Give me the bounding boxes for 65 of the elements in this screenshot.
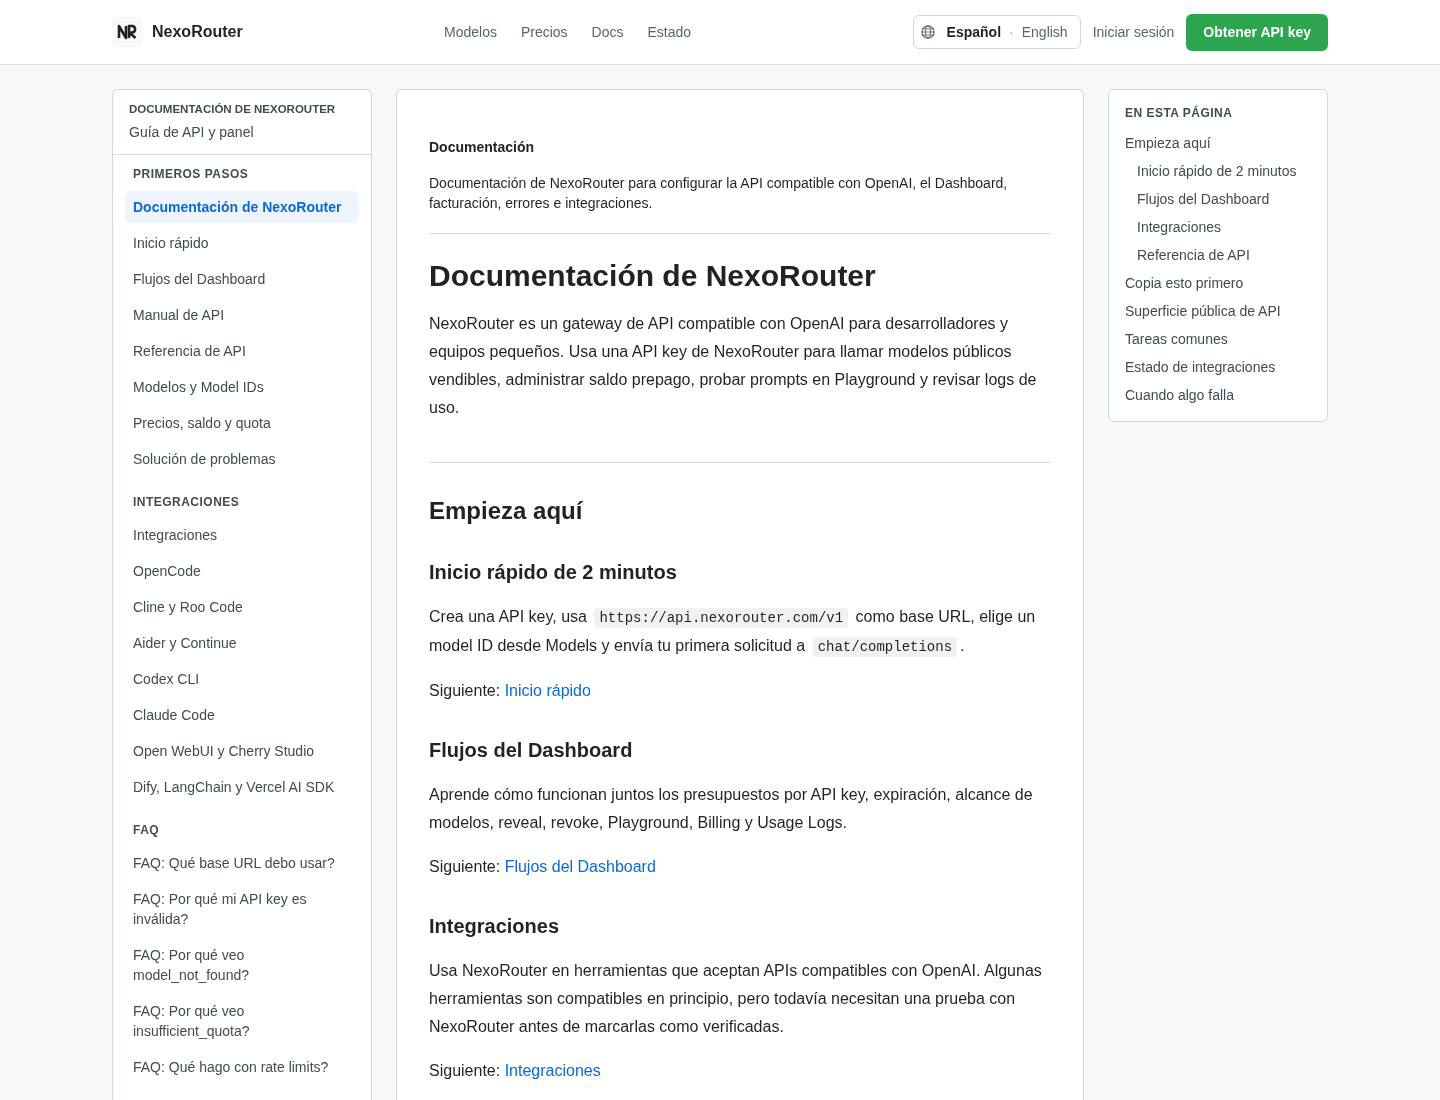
sidebar-subtitle: Guía de API y panel — [129, 123, 255, 142]
sidebar-item[interactable]: Modelos y Model IDs — [125, 371, 359, 403]
globe-icon — [920, 25, 935, 39]
sidebar-item[interactable]: OpenCode — [125, 555, 359, 587]
language-option[interactable]: English — [1021, 24, 1068, 40]
toc-link[interactable]: Tareas comunes — [1125, 329, 1228, 349]
sidebar-item[interactable]: Manual de API — [125, 299, 359, 331]
sidebar-item[interactable]: Inicio rápido — [125, 227, 359, 259]
sidebar-item[interactable]: FAQ: Por qué mi API key es inválida? — [125, 883, 359, 935]
page-description: Documentación de NexoRouter para configurar la API compatible con OpenAI, el Dashboard, facturación, errores e integraciones. — [429, 174, 1009, 213]
toc-link[interactable]: Superficie pública de API — [1125, 301, 1281, 321]
sidebar-item[interactable]: Cline y Roo Code — [125, 591, 359, 623]
sidebar-item[interactable]: Dify, LangChain y Vercel AI SDK — [125, 771, 359, 803]
page-title: Documentación de NexoRouter — [429, 258, 877, 294]
sidebar-item[interactable]: FAQ: Por qué veo model_not_found? — [125, 939, 359, 991]
language-option[interactable]: Español — [946, 24, 1002, 40]
sidebar-item[interactable]: Flujos del Dashboard — [125, 263, 359, 295]
sidebar-item[interactable]: FAQ: Por qué veo insufficient_quota? — [125, 995, 359, 1047]
sidebar-item[interactable]: Aider y Continue — [125, 627, 359, 659]
sidebar-item[interactable]: FAQ: Qué hago con rate limits? — [125, 1051, 359, 1083]
section-heading: FAQ — [132, 822, 161, 838]
subsection-title: Inicio rápido de 2 minutos — [429, 560, 678, 585]
sidebar-item[interactable]: Solución de problemas — [125, 443, 359, 475]
next-label: Siguiente: — [429, 1062, 501, 1079]
next-link[interactable]: Flujos del Dashboard — [504, 858, 656, 875]
sidebar-item[interactable]: Referencia de API — [125, 335, 359, 367]
intro-paragraph: NexoRouter es un gateway de API compatible con OpenAI para desarrolladores y equipos pequeños. Usa una API key de NexoRouter para llamar modelos públicos vendibles, administrar saldo prepago, probar prompts en Playground y revisar logs de uso. — [429, 314, 1038, 418]
section-heading: PRIMEROS PASOS — [132, 166, 250, 182]
next-label: Siguiente: — [429, 858, 501, 875]
sidebar-item[interactable]: Claude Code — [125, 699, 359, 731]
subsection-title: Integraciones — [429, 914, 561, 939]
toc-link[interactable]: Copia esto primero — [1125, 273, 1244, 293]
nav-link[interactable]: Modelos — [444, 22, 497, 42]
brand-name[interactable]: NexoRouter — [152, 23, 243, 41]
sidebar-item[interactable]: Integraciones — [125, 519, 359, 551]
sidebar-title: DOCUMENTACIÓN DE NEXOROUTER — [129, 102, 337, 117]
toc-link[interactable]: Referencia de API — [1137, 245, 1250, 265]
toc-link[interactable]: Estado de integraciones — [1125, 357, 1276, 377]
toc-link[interactable]: Inicio rápido de 2 minutos — [1137, 161, 1297, 181]
next-label: Siguiente: — [429, 682, 501, 699]
toc-link[interactable]: Flujos del Dashboard — [1137, 189, 1270, 209]
sidebar-item[interactable]: Precios, saldo y quota — [125, 407, 359, 439]
logo-icon[interactable] — [112, 17, 142, 47]
next-link[interactable]: Integraciones — [504, 1062, 601, 1079]
nav-link[interactable]: Estado — [647, 22, 692, 42]
sidebar-item[interactable]: Documentación de NexoRouter — [125, 191, 359, 223]
nav-link[interactable]: Docs — [591, 22, 624, 42]
body-paragraph: Usa NexoRouter en herramientas que aceptan APIs compatibles con OpenAI. Algunas herramientas son compatibles en principio, pero todavía necesitan una prueba con NexoRouter antes de marcarlas como verificadas. — [429, 961, 1043, 1037]
next-link[interactable]: Inicio rápido — [504, 682, 591, 699]
section-title: Empieza aquí — [429, 496, 584, 526]
toc-title: EN ESTA PÁGINA — [1125, 105, 1234, 121]
sidebar-item[interactable]: FAQ: Qué base URL debo usar? — [125, 847, 359, 879]
page-eyebrow: Documentación — [429, 138, 535, 157]
nav-link[interactable]: Precios — [520, 22, 568, 42]
subsection-title: Flujos del Dashboard — [429, 738, 634, 763]
toc-link[interactable]: Integraciones — [1137, 217, 1222, 237]
section-heading: INTEGRACIONES — [132, 494, 241, 510]
sidebar-item[interactable]: Codex CLI — [125, 663, 359, 695]
body-paragraph: Crea una API key, usa https://api.nexorouter.com/v1 como base URL, elige un model ID desde Models y envía tu primera solicitud a chat/completions . — [429, 607, 1037, 659]
toc-link[interactable]: Cuando algo falla — [1125, 385, 1234, 405]
sidebar-item[interactable]: Open WebUI y Cherry Studio — [125, 735, 359, 767]
login-link[interactable]: Iniciar sesión — [1092, 24, 1175, 40]
separator-dot: · — [1009, 24, 1014, 40]
toc-link[interactable]: Empieza aquí — [1125, 133, 1211, 153]
body-paragraph: Aprende cómo funcionan juntos los presupuestos por API key, expiración, alcance de modelos, reveal, revoke, Playground, Billing y Usage Logs. — [429, 785, 1034, 833]
